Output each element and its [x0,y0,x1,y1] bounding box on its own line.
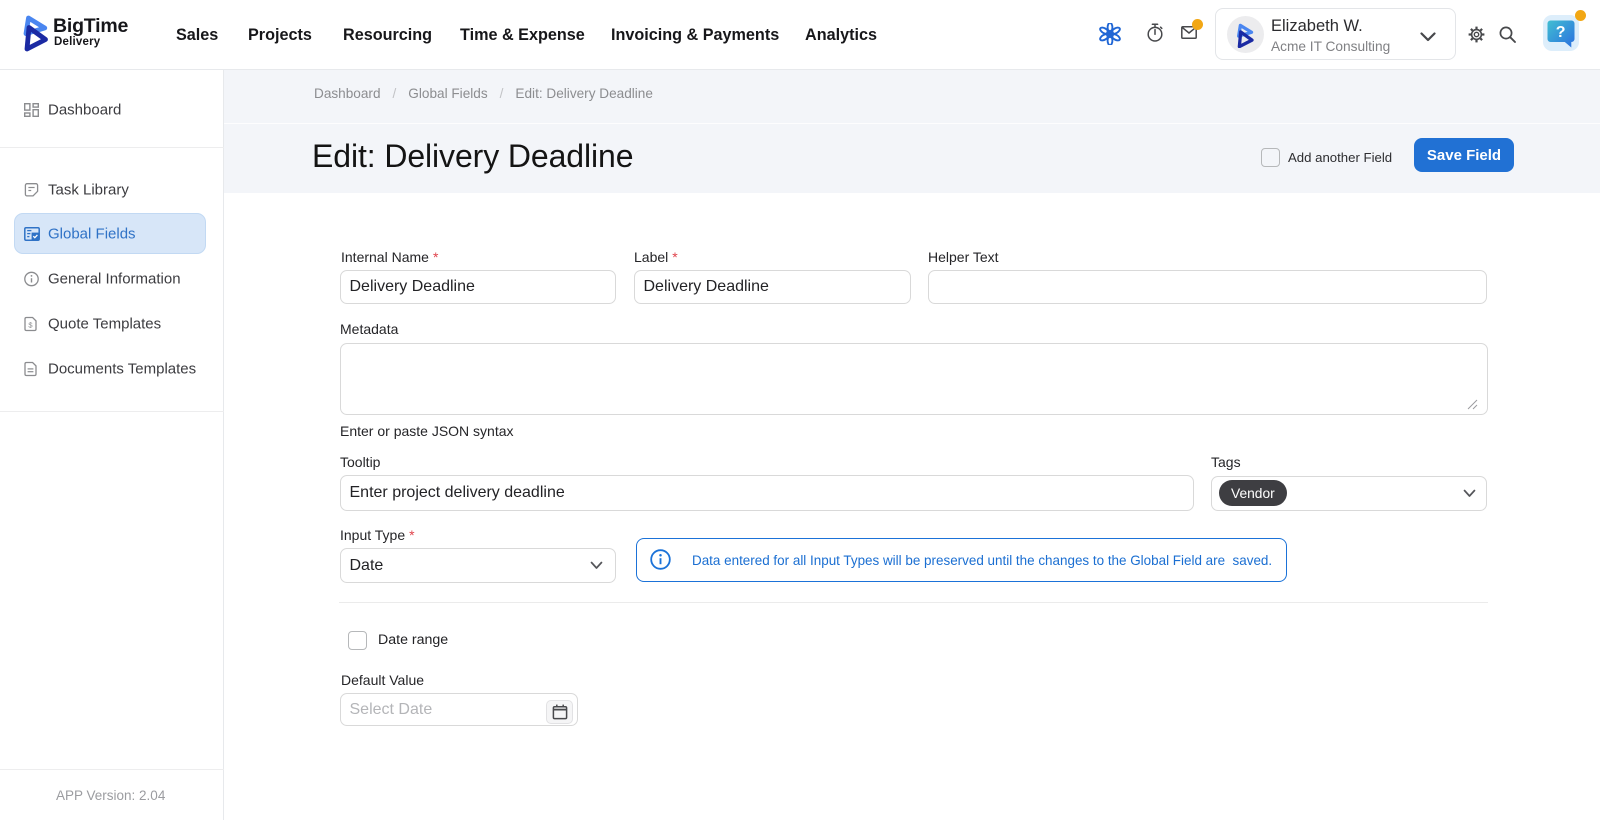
svg-text:?: ? [1556,24,1566,41]
svg-text:$: $ [28,321,33,330]
